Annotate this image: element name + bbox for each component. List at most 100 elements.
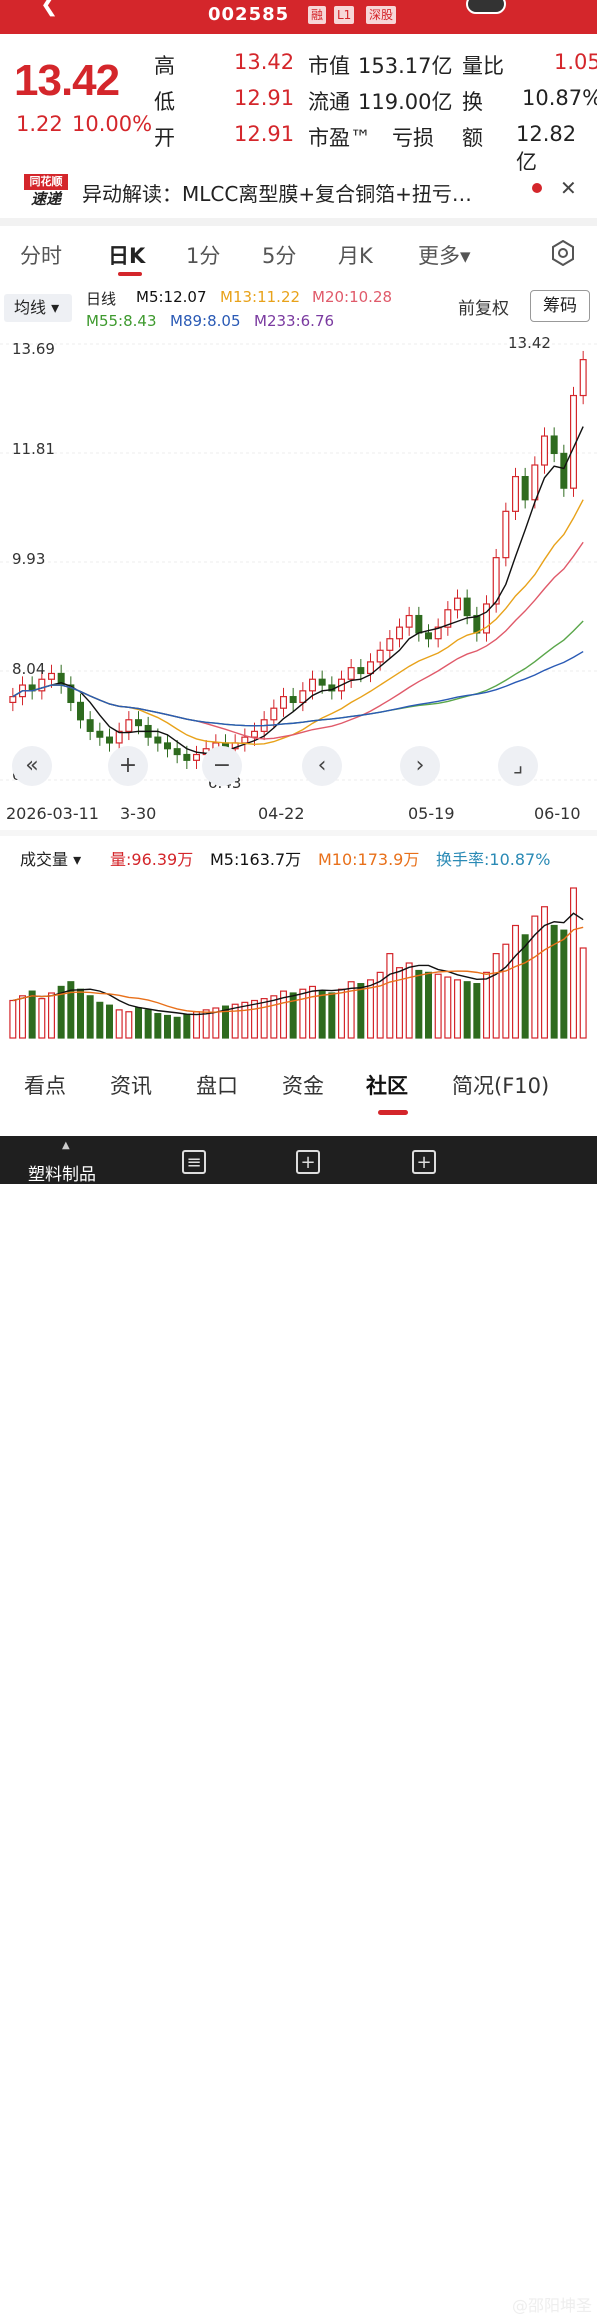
- volume-bar: [96, 1001, 104, 1039]
- zoom-in-button[interactable]: +: [108, 746, 148, 786]
- candle-body: [47, 672, 55, 680]
- tab-more[interactable]: 更多▾: [418, 240, 471, 270]
- price-change-pct: 10.00%: [72, 112, 153, 136]
- back-arrow-icon[interactable]: ❮: [40, 0, 58, 17]
- volume-bar: [260, 998, 268, 1039]
- industry-label[interactable]: 塑料制品: [28, 1160, 96, 1185]
- scroll-start-button[interactable]: «: [12, 746, 52, 786]
- add-watch-icon[interactable]: +: [296, 1150, 320, 1174]
- volume-bar: [289, 992, 297, 1039]
- y-tick-3: 9.93: [12, 550, 46, 568]
- toggle-pill-icon[interactable]: [466, 0, 506, 14]
- candle-body: [318, 678, 326, 686]
- volume-bar: [231, 1003, 239, 1039]
- news-logo: 同花顺 速递: [24, 174, 68, 210]
- pe-value: 亏损: [392, 126, 434, 150]
- ma-selector[interactable]: 均线 ▾: [4, 294, 72, 322]
- turnover-rate: 换手率:10.87%: [436, 850, 551, 869]
- ma233-value: M233:6.76: [254, 312, 335, 330]
- bottom-tab-highlights[interactable]: 看点: [24, 1070, 66, 1100]
- news-headline[interactable]: 异动解读：MLCC离型膜+复合铜箔+扭亏…: [82, 178, 472, 207]
- volume-bar: [193, 1011, 201, 1039]
- tab-1min[interactable]: 1分: [186, 240, 220, 270]
- zoom-out-button[interactable]: −: [202, 746, 242, 786]
- volume-bar: [579, 947, 587, 1039]
- volume-bar: [386, 953, 394, 1039]
- notes-icon[interactable]: ≡: [182, 1150, 206, 1174]
- candle-body: [415, 614, 423, 634]
- candle-body: [357, 667, 365, 675]
- bottom-tab-news[interactable]: 资讯: [110, 1070, 152, 1100]
- kline-chart[interactable]: [0, 332, 597, 792]
- high-value: 13.42: [234, 50, 295, 74]
- volume-bar: [415, 969, 423, 1039]
- bottom-tab-profile[interactable]: 简况(F10): [452, 1070, 549, 1100]
- candle-body: [309, 678, 317, 692]
- divider: [0, 830, 597, 836]
- settings-icon[interactable]: [550, 240, 576, 266]
- volume-bar: [463, 981, 471, 1039]
- title-bar: ❮ 002585 融 L1 深股: [0, 0, 597, 34]
- volume-bar: [173, 1016, 181, 1039]
- close-icon[interactable]: ✕: [560, 176, 577, 200]
- ma89-line: [12, 650, 584, 727]
- volume-bar: [492, 953, 500, 1039]
- volume-bar: [444, 976, 452, 1039]
- bottom-tab-funds[interactable]: 资金: [282, 1070, 324, 1100]
- tab-daily-k[interactable]: 日K: [108, 240, 145, 270]
- tag-margin: 融: [308, 6, 327, 24]
- candle-body: [579, 359, 587, 397]
- volume-bar: [28, 990, 36, 1039]
- volume-selector[interactable]: 成交量 ▾: [20, 846, 81, 870]
- volume-bar: [251, 999, 259, 1039]
- x-tick-5: 06-10: [534, 804, 581, 823]
- candle-body: [347, 667, 355, 680]
- amount-value: 12.82亿: [516, 122, 577, 174]
- candle-body: [164, 742, 172, 750]
- volume-bar: [299, 988, 307, 1039]
- volume-bar: [473, 983, 481, 1039]
- volume-bar: [425, 971, 433, 1039]
- volume-bar: [9, 999, 17, 1039]
- x-tick-1: 2026-03-11: [6, 804, 99, 823]
- volume-m10: M10:173.9万: [318, 850, 420, 869]
- scroll-right-button[interactable]: ›: [400, 746, 440, 786]
- candle-body: [511, 475, 519, 512]
- bottom-tab-orderbook[interactable]: 盘口: [196, 1070, 238, 1100]
- active-tab-indicator: [118, 272, 142, 276]
- bottom-tab-community[interactable]: 社区: [366, 1070, 408, 1100]
- fullscreen-button[interactable]: ⌟: [498, 746, 538, 786]
- scroll-left-button[interactable]: ‹: [302, 746, 342, 786]
- candle-body: [76, 701, 84, 721]
- candle-body: [173, 748, 181, 756]
- ma-period-label: 日线: [86, 290, 117, 308]
- volume-bar: [115, 1009, 123, 1039]
- ma89-value: M89:8.05: [170, 312, 241, 330]
- volume-bar: [164, 1014, 172, 1039]
- unread-dot-icon: [532, 183, 542, 193]
- tab-monthly-k[interactable]: 月K: [338, 240, 373, 270]
- tab-intraday[interactable]: 分时: [20, 240, 62, 270]
- amount-label: 额: [462, 126, 483, 150]
- chip-distribution-button[interactable]: 筹码: [530, 290, 590, 322]
- adjust-mode[interactable]: 前复权: [458, 294, 509, 319]
- turnover-label: 换: [462, 90, 483, 114]
- volume-chart: [9, 887, 587, 1039]
- low-label: 低: [154, 90, 175, 114]
- tab-5min[interactable]: 5分: [262, 240, 296, 270]
- candle-body: [473, 614, 481, 634]
- candle-body: [125, 719, 133, 732]
- ma55-line: [12, 620, 584, 727]
- volume-bar: [357, 983, 365, 1039]
- candle-body: [135, 719, 143, 727]
- volume-bar: [318, 990, 326, 1039]
- candle-body: [405, 614, 413, 628]
- volratio-value: 1.05: [554, 50, 597, 74]
- y-tick-1: 13.69: [12, 340, 55, 358]
- volume-bar: [47, 992, 55, 1039]
- candle-body: [386, 638, 394, 651]
- volume-bar: [550, 924, 558, 1039]
- candle-body: [270, 707, 278, 721]
- add-icon[interactable]: +: [412, 1150, 436, 1174]
- volume-bar: [86, 995, 94, 1039]
